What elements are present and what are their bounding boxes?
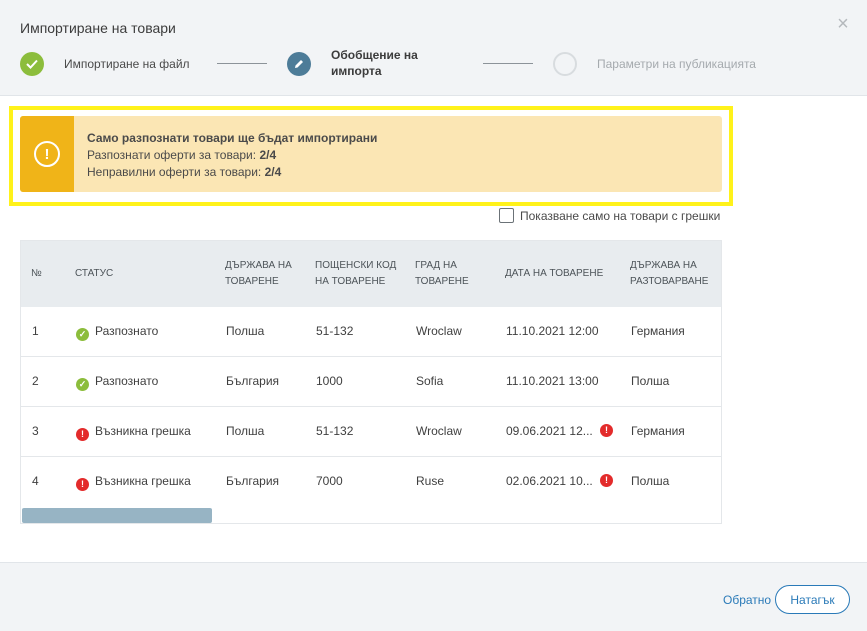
loading-country: България	[226, 374, 280, 388]
alert-recognized-value: 2/4	[259, 148, 277, 162]
status-cell: ✓ Разпознато	[76, 324, 158, 341]
next-button[interactable]: Натагък	[775, 585, 850, 614]
empty-circle-icon	[553, 52, 577, 76]
row-number: 2	[32, 374, 39, 388]
status-cell: ! Възникна грешка	[76, 424, 191, 441]
table-row[interactable]: 3 ! Възникна грешка Полша 51-132 Wroclaw …	[21, 407, 721, 457]
show-errors-only-checkbox[interactable]	[499, 208, 514, 223]
table-row[interactable]: 4 ! Възникна грешка България 7000 Ruse 02…	[21, 457, 721, 507]
loads-table: № СТАТУС ДЪРЖАВА НА ТОВАРЕНЕ ПОЩЕНСКИ КО…	[20, 240, 722, 524]
loading-date: 09.06.2021 12...	[506, 424, 593, 438]
horizontal-scrollbar[interactable]	[22, 508, 212, 523]
loading-city: Wroclaw	[416, 324, 462, 338]
loading-country: Полша	[226, 324, 265, 338]
warning-alert: ! Само разпознати товари ще бъдат импорт…	[20, 116, 722, 192]
check-icon	[20, 52, 44, 76]
error-icon: !	[76, 428, 89, 441]
unloading-country: Полша	[631, 374, 670, 388]
check-circle-icon: ✓	[76, 378, 89, 391]
pencil-icon	[287, 52, 311, 76]
loading-date: 11.10.2021 12:00	[506, 324, 599, 338]
column-header-loading-country: ДЪРЖАВА НА ТОВАРЕНЕ	[225, 260, 292, 287]
loading-city: Sofia	[416, 374, 444, 388]
step-label-import-summary: Обобщение на импорта	[331, 48, 418, 78]
alert-recognized: Разпознати оферти за товари: 2/4	[87, 147, 377, 164]
row-number: 4	[32, 474, 39, 488]
close-icon[interactable]: ×	[835, 14, 851, 34]
alert-invalid: Неправилни оферти за товари: 2/4	[87, 164, 377, 181]
column-header-number: №	[31, 268, 42, 279]
loading-postal: 51-132	[316, 324, 354, 338]
alert-title: Само разпознати товари ще бъдат импортир…	[87, 131, 378, 145]
unloading-country: Германия	[631, 424, 685, 438]
loading-postal: 7000	[316, 474, 343, 488]
dialog-header: Импортиране на товари × Импортиране на ф…	[0, 0, 867, 96]
error-icon: !	[76, 478, 89, 491]
alert-icon-area: !	[20, 116, 74, 192]
alert-invalid-label: Неправилни оферти за товари:	[87, 165, 262, 179]
date-error-icon[interactable]: !	[600, 474, 613, 487]
loading-city: Wroclaw	[416, 424, 462, 438]
check-circle-icon: ✓	[76, 328, 89, 341]
alert-recognized-label: Разпознати оферти за товари:	[87, 148, 257, 162]
back-button[interactable]: Обратно	[723, 593, 771, 607]
loading-city: Ruse	[416, 474, 445, 488]
unloading-country: Германия	[631, 324, 685, 338]
column-header-unloading-country: ДЪРЖАВА НА РАЗТОВАРВАНЕ	[630, 260, 709, 287]
step-label-import-file: Импортиране на файл	[64, 57, 190, 71]
show-errors-only-label: Показване само на товари с грешки	[520, 208, 721, 223]
loading-postal: 1000	[316, 374, 343, 388]
dialog-footer: Обратно Натагък	[0, 562, 867, 631]
step-connector	[483, 63, 533, 64]
exclamation-icon: !	[34, 141, 60, 167]
status-cell: ! Възникна грешка	[76, 474, 191, 491]
step-connector	[217, 63, 267, 64]
table-header: № СТАТУС ДЪРЖАВА НА ТОВАРЕНЕ ПОЩЕНСКИ КО…	[21, 241, 721, 307]
loading-postal: 51-132	[316, 424, 354, 438]
table-row[interactable]: 1 ✓ Разпознато Полша 51-132 Wroclaw 11.10…	[21, 307, 721, 357]
status-text: Разпознато	[95, 324, 159, 338]
loading-country: България	[226, 474, 280, 488]
step-label-publication-params: Параметри на публикацията	[597, 57, 756, 71]
dialog-title: Импортиране на товари	[20, 20, 176, 36]
status-text: Разпознато	[95, 374, 159, 388]
row-number: 1	[32, 324, 39, 338]
loading-country: Полша	[226, 424, 265, 438]
alert-text: Само разпознати товари ще бъдат импортир…	[87, 130, 377, 181]
status-cell: ✓ Разпознато	[76, 374, 158, 391]
row-number: 3	[32, 424, 39, 438]
date-error-icon[interactable]: !	[600, 424, 613, 437]
loading-date: 02.06.2021 10...	[506, 474, 593, 488]
column-header-loading-postal: ПОЩЕНСКИ КОД НА ТОВАРЕНЕ	[315, 260, 397, 287]
loading-date: 11.10.2021 13:00	[506, 374, 599, 388]
column-header-status: СТАТУС	[75, 268, 114, 279]
status-text: Възникна грешка	[95, 424, 191, 438]
column-header-loading-city: ГРАД НА ТОВАРЕНЕ	[415, 260, 469, 287]
table-row[interactable]: 2 ✓ Разпознато България 1000 Sofia 11.10.…	[21, 357, 721, 407]
alert-invalid-value: 2/4	[264, 165, 282, 179]
show-errors-only-filter[interactable]: Показване само на товари с грешки	[499, 208, 720, 223]
unloading-country: Полша	[631, 474, 670, 488]
column-header-loading-date: ДАТА НА ТОВАРЕНЕ	[505, 268, 604, 279]
status-text: Възникна грешка	[95, 474, 191, 488]
